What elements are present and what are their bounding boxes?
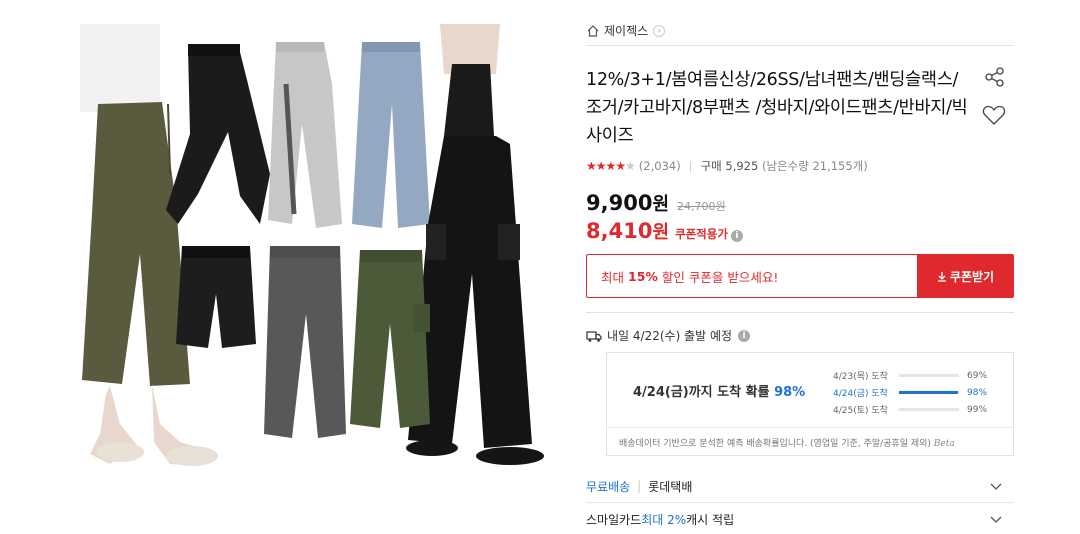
forecast-bar bbox=[899, 391, 959, 394]
forecast-value: 98% bbox=[967, 387, 988, 398]
forecast-row: 4/25(토) 도착 99% bbox=[833, 401, 1003, 418]
coupon-price-row: 8,410 원 쿠폰적용가 i bbox=[586, 218, 1014, 244]
download-icon bbox=[937, 271, 946, 282]
forecast-note: 배송데이터 기반으로 분석한 예측 배송확률입니다. (영업일 기준, 주말/공… bbox=[607, 427, 1013, 449]
coupon-price-tag: 쿠폰적용가 bbox=[675, 227, 728, 241]
black-shorts bbox=[176, 246, 256, 348]
forecast-date: 4/24(금) 도착 bbox=[833, 389, 888, 399]
olive-cargo-jogger bbox=[350, 250, 430, 428]
review-count[interactable]: (2,034) bbox=[639, 159, 681, 173]
jeans bbox=[352, 42, 430, 228]
forecast-bar bbox=[899, 408, 959, 411]
truck-icon bbox=[586, 330, 602, 342]
product-info: 제이젝스 › 12%/3+1/봄여름신상/26SS/남녀팬츠/밴딩슬랙스/조거/… bbox=[586, 16, 1014, 534]
coupon-price-unit: 원 bbox=[652, 222, 669, 243]
smile-card-suffix: 캐시 적립 bbox=[686, 512, 735, 527]
coupon-message: 최대 15% 할인 쿠폰을 받으세요! bbox=[586, 254, 917, 298]
star-icon: ★★★★★ bbox=[586, 159, 636, 173]
coupon-price: 8,410 bbox=[586, 219, 653, 243]
grey-jogger bbox=[268, 42, 342, 228]
coupon-banner: 최대 15% 할인 쿠폰을 받으세요! 쿠폰받기 bbox=[586, 254, 1014, 298]
purchase-count: 구매 5,925 bbox=[700, 159, 759, 173]
forecast-summary: 4/24(금)까지 도착 확률 98% bbox=[633, 385, 806, 400]
delivery-forecast: 4/24(금)까지 도착 확률 98% 4/23(목) 도착 69% 4/24(금)… bbox=[606, 352, 1014, 456]
stock-count: (남은수량 21,155개) bbox=[761, 159, 868, 173]
sale-price: 9,900 bbox=[586, 191, 653, 215]
forecast-row: 4/24(금) 도착 98% bbox=[833, 384, 1003, 401]
divider bbox=[586, 312, 1014, 313]
carrier-name: 롯데택배 bbox=[648, 479, 693, 494]
forecast-rows: 4/23(목) 도착 69% 4/24(금) 도착 98% 4/25(토) 도착 99% bbox=[833, 367, 1003, 418]
smile-card-highlight: 최대 2% bbox=[641, 512, 687, 527]
forecast-value: 69% bbox=[967, 370, 988, 381]
forecast-bar bbox=[899, 374, 959, 377]
free-shipping-label: 무료배송 bbox=[586, 479, 631, 494]
info-icon[interactable]: i bbox=[730, 230, 743, 242]
store-name: 제이젝스 bbox=[604, 24, 649, 38]
share-icon[interactable] bbox=[984, 66, 1006, 88]
product-title: 12%/3+1/봄여름신상/26SS/남녀팬츠/밴딩슬랙스/조거/카고바지/8부… bbox=[586, 70, 968, 146]
price-row: 9,900 원 24,700원 bbox=[586, 190, 1014, 216]
home-icon bbox=[587, 24, 599, 37]
smile-card-prefix: 스마일카드 bbox=[586, 512, 642, 527]
product-image[interactable] bbox=[80, 24, 560, 494]
heart-icon[interactable] bbox=[982, 104, 1006, 126]
delivery-info: 내일 4/22(수) 출발 예정 i bbox=[586, 327, 1014, 344]
forecast-row: 4/23(목) 도착 69% bbox=[833, 367, 1003, 384]
sale-price-unit: 원 bbox=[652, 194, 669, 215]
chevron-right-icon: › bbox=[653, 24, 666, 37]
forecast-date: 4/23(목) 도착 bbox=[833, 372, 888, 382]
forecast-date: 4/25(토) 도착 bbox=[833, 406, 888, 416]
rating-row: ★★★★★ (2,034) | 구매 5,925 (남은수량 21,155개) bbox=[586, 159, 868, 173]
black-jogger bbox=[166, 44, 270, 224]
original-price: 24,700원 bbox=[677, 200, 726, 213]
forecast-value: 99% bbox=[967, 404, 988, 415]
smile-card-row[interactable]: 스마일카드 최대 2% 캐시 적립 bbox=[586, 503, 1014, 534]
store-link[interactable]: 제이젝스 › bbox=[586, 16, 1014, 46]
coupon-download-button[interactable]: 쿠폰받기 bbox=[917, 254, 1014, 298]
info-icon[interactable]: i bbox=[738, 329, 751, 342]
chevron-down-icon[interactable] bbox=[990, 480, 1002, 492]
grey-slacks bbox=[264, 246, 346, 438]
shipping-row[interactable]: 무료배송 | 롯데택배 bbox=[586, 470, 1014, 503]
delivery-label: 내일 4/22(수) 출발 예정 bbox=[607, 329, 733, 343]
chevron-down-icon[interactable] bbox=[990, 513, 1002, 525]
